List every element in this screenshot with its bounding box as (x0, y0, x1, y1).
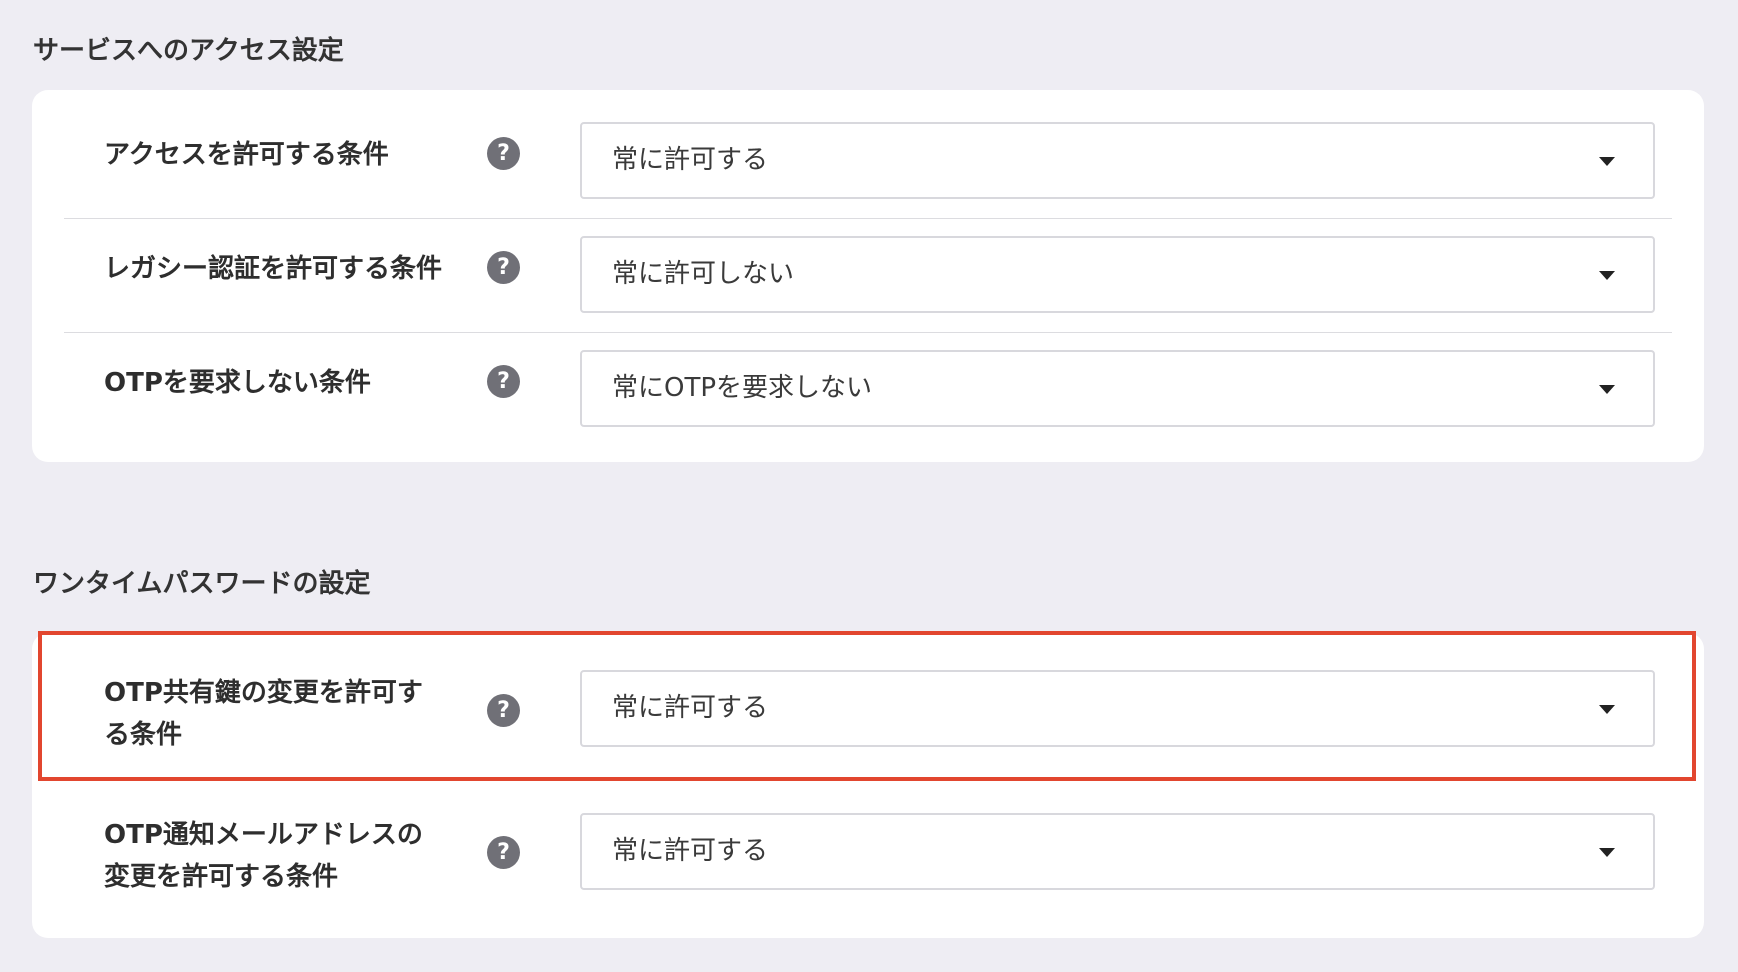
otp-shared-key-condition-help-icon[interactable]: ? (487, 694, 520, 727)
access-condition-help-icon[interactable]: ? (487, 137, 520, 170)
section-title-otp-settings: ワンタイムパスワードの設定 (33, 569, 371, 599)
access-condition-label: アクセスを許可する条件 (104, 140, 389, 170)
otp-shared-key-condition-select[interactable]: 常に許可する (580, 670, 1655, 747)
otp-email-change-condition-select-value: 常に許可する (612, 836, 769, 866)
otp-not-required-condition-label: OTPを要求しない条件 (104, 368, 371, 398)
row-divider (64, 218, 1672, 219)
otp-shared-key-condition-select-value: 常に許可する (612, 693, 769, 723)
caret-down-icon (1599, 271, 1615, 280)
access-condition-select[interactable]: 常に許可する (580, 122, 1655, 199)
legacy-auth-condition-select-value: 常に許可しない (612, 259, 795, 289)
otp-not-required-condition-help-icon[interactable]: ? (487, 365, 520, 398)
caret-down-icon (1599, 157, 1615, 166)
otp-email-change-condition-label-line2: 変更を許可する条件 (104, 862, 339, 892)
otp-shared-key-condition-label-line2: る条件 (104, 720, 183, 750)
otp-email-change-condition-label-line1: OTP通知メールアドレスの (104, 820, 423, 850)
otp-email-change-condition-select[interactable]: 常に許可する (580, 813, 1655, 890)
otp-email-change-condition-help-icon[interactable]: ? (487, 836, 520, 869)
caret-down-icon (1599, 848, 1615, 857)
otp-not-required-condition-select-value: 常にOTPを要求しない (612, 373, 873, 403)
service-access-card: アクセスを許可する条件 ? 常に許可する レガシー認証を許可する条件 ? 常に許… (32, 90, 1704, 462)
access-condition-select-value: 常に許可する (612, 145, 769, 175)
section-title-service-access: サービスへのアクセス設定 (33, 36, 344, 66)
otp-shared-key-condition-label: OTP共有鍵の変更を許可す る条件 (104, 672, 464, 756)
caret-down-icon (1599, 385, 1615, 394)
row-divider (64, 332, 1672, 333)
otp-shared-key-condition-label-line1: OTP共有鍵の変更を許可す (104, 678, 423, 708)
otp-not-required-condition-select[interactable]: 常にOTPを要求しない (580, 350, 1655, 427)
otp-settings-card: OTP共有鍵の変更を許可す る条件 ? 常に許可する OTP通知メールアドレスの… (32, 633, 1704, 938)
legacy-auth-condition-label: レガシー認証を許可する条件 (104, 254, 443, 284)
legacy-auth-condition-select[interactable]: 常に許可しない (580, 236, 1655, 313)
caret-down-icon (1599, 705, 1615, 714)
legacy-auth-condition-help-icon[interactable]: ? (487, 251, 520, 284)
otp-email-change-condition-label: OTP通知メールアドレスの 変更を許可する条件 (104, 814, 464, 898)
